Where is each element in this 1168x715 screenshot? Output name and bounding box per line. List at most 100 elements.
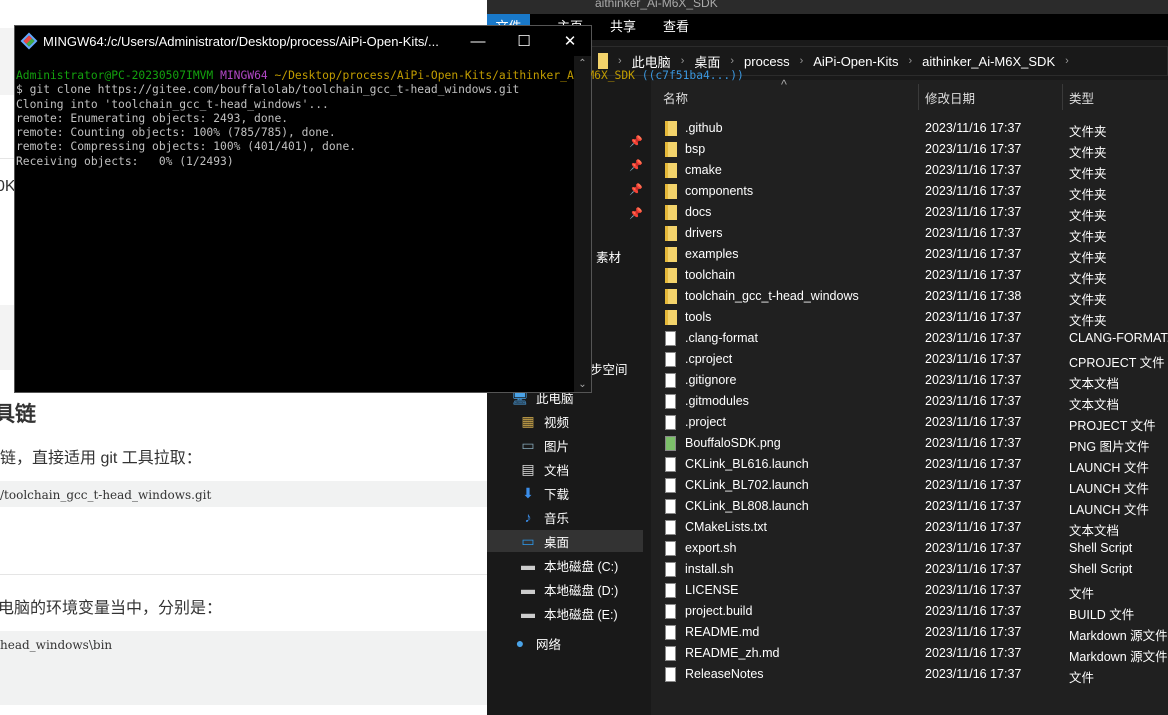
file-row[interactable]: drivers 2023/11/16 17:37 文件夹 bbox=[651, 223, 1168, 244]
file-row[interactable]: ReleaseNotes 2023/11/16 17:37 文件 bbox=[651, 664, 1168, 685]
nav-item-partial[interactable]: 步空间 bbox=[590, 359, 628, 378]
file-date: 2023/11/16 17:37 bbox=[925, 142, 1022, 156]
file-row[interactable]: docs 2023/11/16 17:37 文件夹 bbox=[651, 202, 1168, 223]
file-type: 文件夹 bbox=[1069, 209, 1107, 223]
file-row[interactable]: export.sh 2023/11/16 17:37 Shell Script bbox=[651, 538, 1168, 559]
terminal-title: MINGW64:/c/Users/Administrator/Desktop/p… bbox=[43, 33, 439, 49]
file-name: toolchain_gcc_t-head_windows bbox=[685, 289, 859, 303]
file-date: 2023/11/16 17:37 bbox=[925, 352, 1022, 366]
file-row[interactable]: examples 2023/11/16 17:37 文件夹 bbox=[651, 244, 1168, 265]
file-type: 文本文档 bbox=[1069, 398, 1120, 412]
breadcrumb-item[interactable]: 桌面 bbox=[694, 52, 720, 71]
file-row[interactable]: CKLink_BL808.launch 2023/11/16 17:37 LAUNC… bbox=[651, 496, 1168, 517]
file-name: docs bbox=[685, 205, 712, 219]
chevron-right-icon: › bbox=[799, 55, 804, 67]
file-type: 文件夹 bbox=[1069, 125, 1107, 139]
file-type: 文件夹 bbox=[1069, 146, 1107, 160]
chevron-right-icon: › bbox=[680, 55, 685, 67]
file-row[interactable]: components 2023/11/16 17:37 文件夹 bbox=[651, 181, 1168, 202]
minimize-button[interactable]: — bbox=[455, 26, 501, 56]
file-row[interactable]: toolchain 2023/11/16 17:37 文件夹 bbox=[651, 265, 1168, 286]
nav-item[interactable]: ▬ 本地磁盘 (D:) bbox=[487, 578, 643, 600]
file-icon bbox=[665, 394, 676, 409]
file-name: components bbox=[685, 184, 754, 198]
breadcrumb-item[interactable]: aithinker_Ai-M6X_SDK bbox=[922, 54, 1055, 69]
file-name: CMakeLists.txt bbox=[685, 520, 767, 534]
maximize-button[interactable]: ☐ bbox=[501, 26, 547, 56]
terminal-output[interactable]: Administrator@PC-20230507IMVM MINGW64 ~/… bbox=[16, 69, 834, 169]
file-row[interactable]: .clang-format 2023/11/16 17:37 CLANG-FORMA… bbox=[651, 328, 1168, 349]
file-name: LICENSE bbox=[685, 583, 739, 597]
file-row[interactable]: CKLink_BL616.launch 2023/11/16 17:37 LAUNC… bbox=[651, 454, 1168, 475]
file-icon bbox=[665, 583, 676, 598]
download-icon: ⬇ bbox=[522, 485, 534, 501]
nav-item[interactable]: ▦ 视频 bbox=[487, 410, 643, 432]
file-row[interactable]: .project 2023/11/16 17:37 PROJECT 文件 bbox=[651, 412, 1168, 433]
nav-item-label: 图片 bbox=[544, 439, 570, 454]
nav-item[interactable]: ♪ 音乐 bbox=[487, 506, 643, 528]
breadcrumb-item[interactable]: process bbox=[744, 54, 790, 69]
nav-item[interactable]: ▤ 文档 bbox=[487, 458, 643, 480]
scroll-up-icon[interactable]: ⌃ bbox=[574, 58, 591, 69]
file-row[interactable]: tools 2023/11/16 17:37 文件夹 bbox=[651, 307, 1168, 328]
file-row[interactable]: .gitignore 2023/11/16 17:37 文本文档 bbox=[651, 370, 1168, 391]
tab-share[interactable]: 共享 bbox=[610, 14, 636, 40]
nav-item[interactable]: ▭ 图片 bbox=[487, 434, 643, 456]
nav-item-partial[interactable]: 素材 bbox=[596, 247, 621, 266]
music-icon: ♪ bbox=[524, 509, 532, 525]
file-type: 文件夹 bbox=[1069, 230, 1107, 244]
file-type: PNG 图片文件 bbox=[1069, 440, 1150, 454]
file-type: 文件夹 bbox=[1069, 272, 1107, 286]
file-icon bbox=[665, 520, 676, 535]
column-header-date[interactable]: 修改日期 bbox=[925, 88, 975, 107]
breadcrumb-item[interactable]: AiPi-Open-Kits bbox=[813, 54, 898, 69]
file-date: 2023/11/16 17:37 bbox=[925, 646, 1022, 660]
network-icon: ● bbox=[515, 635, 525, 651]
column-separator[interactable] bbox=[1062, 84, 1063, 110]
file-name: drivers bbox=[685, 226, 723, 240]
file-type: LAUNCH 文件 bbox=[1069, 461, 1149, 475]
file-name: README_zh.md bbox=[685, 646, 780, 660]
file-icon bbox=[665, 541, 676, 556]
file-type: 文件夹 bbox=[1069, 314, 1107, 328]
file-row[interactable]: README_zh.md 2023/11/16 17:37 Markdown 源文件 bbox=[651, 643, 1168, 664]
file-row[interactable]: CKLink_BL702.launch 2023/11/16 17:37 LAUNC… bbox=[651, 475, 1168, 496]
nav-item[interactable]: ● 网络 bbox=[487, 632, 643, 654]
file-row[interactable]: LICENSE 2023/11/16 17:37 文件 bbox=[651, 580, 1168, 601]
scroll-down-icon[interactable]: ⌄ bbox=[574, 379, 591, 390]
file-row[interactable]: CMakeLists.txt 2023/11/16 17:37 文本文档 bbox=[651, 517, 1168, 538]
file-date: 2023/11/16 17:37 bbox=[925, 604, 1022, 618]
nav-item-label: 本地磁盘 (C:) bbox=[544, 559, 619, 574]
document-icon: ▤ bbox=[521, 461, 535, 477]
folder-icon bbox=[665, 310, 677, 325]
nav-item[interactable]: ▬ 本地磁盘 (E:) bbox=[487, 602, 643, 624]
file-row[interactable]: .gitmodules 2023/11/16 17:37 文本文档 bbox=[651, 391, 1168, 412]
folder-icon bbox=[665, 205, 677, 220]
nav-item-label: 本地磁盘 (D:) bbox=[544, 583, 619, 598]
file-row[interactable]: project.build 2023/11/16 17:37 BUILD 文件 bbox=[651, 601, 1168, 622]
file-list[interactable]: ^ 名称 修改日期 类型 .github 2023/11/16 17:37 文件夹 b… bbox=[651, 78, 1168, 715]
tab-view[interactable]: 查看 bbox=[663, 14, 689, 40]
breadcrumb-item[interactable]: 此电脑 bbox=[632, 52, 671, 71]
file-name: .gitmodules bbox=[685, 394, 749, 408]
paragraph: 链，直接适用 git 工具拉取： bbox=[0, 450, 202, 467]
file-date: 2023/11/16 17:37 bbox=[925, 583, 1022, 597]
file-row[interactable]: install.sh 2023/11/16 17:37 Shell Script bbox=[651, 559, 1168, 580]
folder-icon bbox=[598, 53, 608, 69]
column-header-type[interactable]: 类型 bbox=[1069, 88, 1094, 107]
terminal-window[interactable]: MINGW64:/c/Users/Administrator/Desktop/p… bbox=[14, 25, 744, 393]
file-row[interactable]: README.md 2023/11/16 17:37 Markdown 源文件 bbox=[651, 622, 1168, 643]
close-button[interactable]: ✕ bbox=[547, 26, 593, 56]
nav-item[interactable]: ▭ 桌面 bbox=[487, 530, 643, 552]
chevron-right-icon: › bbox=[1065, 55, 1069, 67]
nav-item[interactable]: ⬇ 下载 bbox=[487, 482, 643, 504]
column-separator[interactable] bbox=[918, 84, 919, 110]
file-row[interactable]: toolchain_gcc_t-head_windows 2023/11/16 1… bbox=[651, 286, 1168, 307]
file-row[interactable]: BouffaloSDK.png 2023/11/16 17:37 PNG 图片文件 bbox=[651, 433, 1168, 454]
file-type: LAUNCH 文件 bbox=[1069, 503, 1149, 517]
file-row[interactable]: .cproject 2023/11/16 17:37 CPROJECT 文件 bbox=[651, 349, 1168, 370]
terminal-scrollbar[interactable]: ⌃ ⌄ bbox=[574, 56, 591, 392]
nav-item-label: 音乐 bbox=[544, 511, 570, 526]
file-type: Markdown 源文件 bbox=[1069, 629, 1168, 643]
nav-item[interactable]: ▬ 本地磁盘 (C:) bbox=[487, 554, 643, 576]
